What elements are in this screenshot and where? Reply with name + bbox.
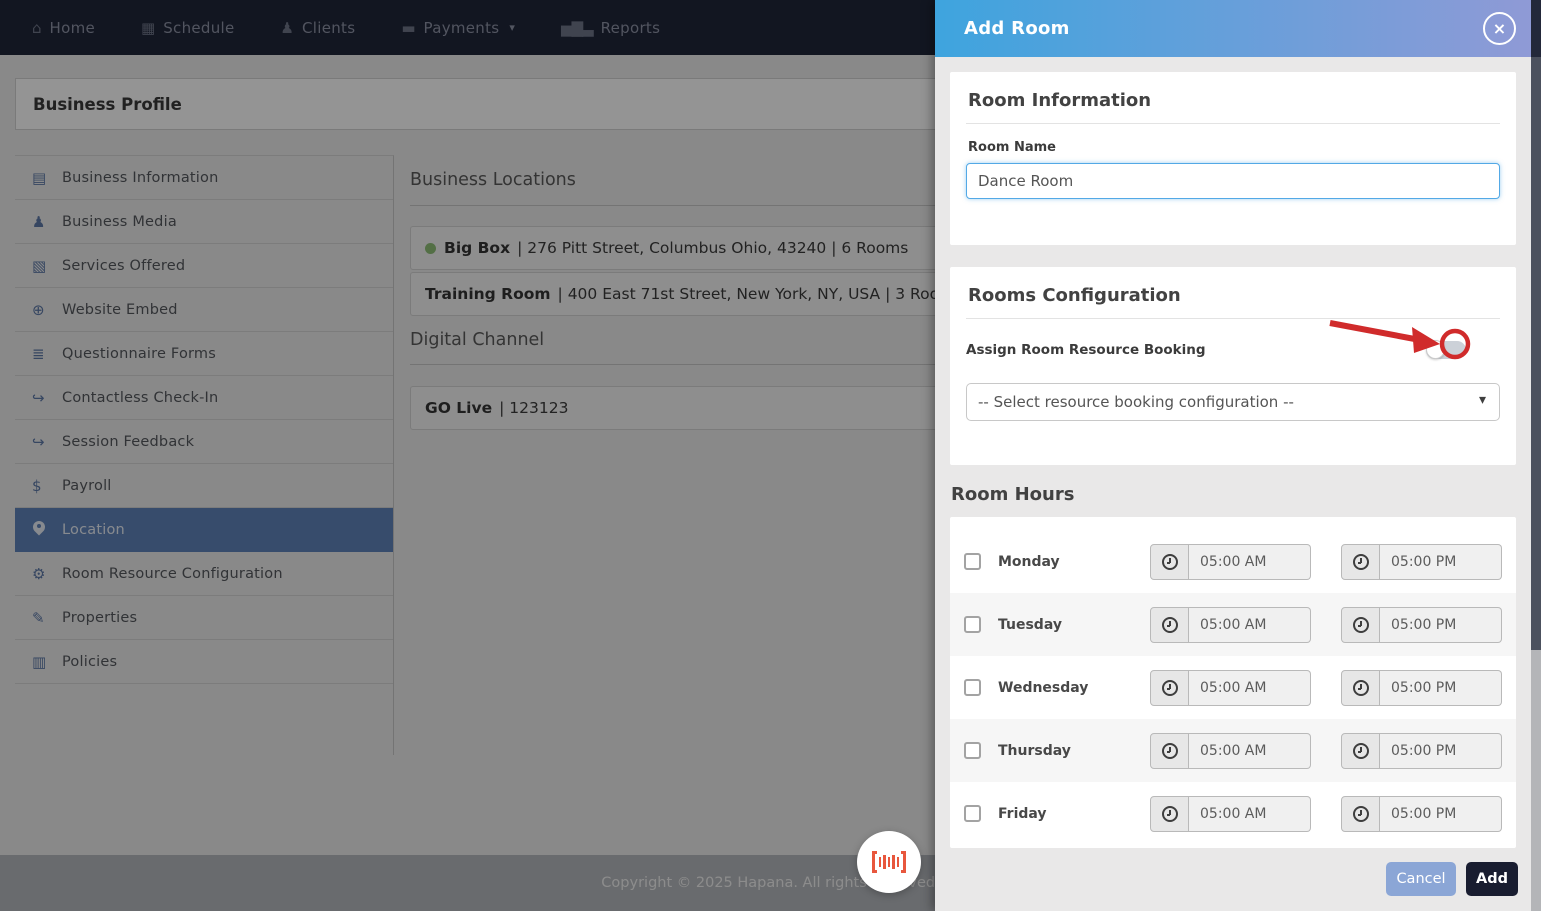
- scrollbar-thumb[interactable]: [1531, 57, 1541, 650]
- thursday-checkbox[interactable]: [964, 742, 981, 759]
- day-row-friday: Friday 05:00 AM 05:00 PM: [950, 782, 1516, 845]
- monday-start-time[interactable]: 05:00 AM: [1189, 544, 1311, 580]
- scrollbar-track: [1531, 0, 1541, 57]
- clock-icon[interactable]: [1341, 670, 1380, 706]
- barcode-icon: [872, 851, 907, 873]
- tuesday-checkbox[interactable]: [964, 616, 981, 633]
- scrollbar[interactable]: [1531, 0, 1541, 911]
- thursday-start-time[interactable]: 05:00 AM: [1189, 733, 1311, 769]
- wednesday-checkbox[interactable]: [964, 679, 981, 696]
- day-row-tuesday: Tuesday 05:00 AM 05:00 PM: [950, 593, 1516, 656]
- divider: [966, 318, 1500, 319]
- rooms-configuration-card: Rooms Configuration Assign Room Resource…: [950, 267, 1516, 465]
- clock-icon[interactable]: [1341, 544, 1380, 580]
- room-hours-title: Room Hours: [951, 484, 1074, 505]
- clock-icon[interactable]: [1150, 607, 1189, 643]
- add-button[interactable]: Add: [1466, 862, 1518, 896]
- clock-icon[interactable]: [1150, 733, 1189, 769]
- room-information-card: Room Information Room Name: [950, 72, 1516, 245]
- select-value: -- Select resource booking configuration…: [978, 393, 1294, 411]
- day-label: Tuesday: [998, 617, 1128, 633]
- rooms-configuration-title: Rooms Configuration: [968, 285, 1500, 306]
- modal-header: Add Room ×: [935, 0, 1531, 57]
- room-information-title: Room Information: [968, 90, 1500, 111]
- toggle-knob: [1426, 340, 1445, 359]
- room-name-label: Room Name: [968, 140, 1500, 155]
- monday-end-time[interactable]: 05:00 PM: [1380, 544, 1502, 580]
- clock-icon[interactable]: [1341, 607, 1380, 643]
- clock-icon[interactable]: [1150, 544, 1189, 580]
- friday-start-time[interactable]: 05:00 AM: [1189, 796, 1311, 832]
- day-row-wednesday: Wednesday 05:00 AM 05:00 PM: [950, 656, 1516, 719]
- cancel-button[interactable]: Cancel: [1386, 862, 1456, 896]
- monday-checkbox[interactable]: [964, 553, 981, 570]
- day-label: Thursday: [998, 743, 1128, 759]
- clock-icon[interactable]: [1341, 733, 1380, 769]
- clock-icon[interactable]: [1150, 670, 1189, 706]
- friday-checkbox[interactable]: [964, 805, 981, 822]
- chat-widget-button[interactable]: [857, 831, 921, 893]
- day-row-thursday: Thursday 05:00 AM 05:00 PM: [950, 719, 1516, 782]
- friday-end-time[interactable]: 05:00 PM: [1380, 796, 1502, 832]
- day-label: Wednesday: [998, 680, 1128, 696]
- add-room-modal: Add Room × Room Information Room Name Ro…: [935, 0, 1531, 911]
- day-row-monday: Monday 05:00 AM 05:00 PM: [950, 530, 1516, 593]
- tuesday-end-time[interactable]: 05:00 PM: [1380, 607, 1502, 643]
- room-name-input[interactable]: [966, 163, 1500, 199]
- modal-title: Add Room: [964, 18, 1070, 39]
- divider: [966, 123, 1500, 124]
- wednesday-end-time[interactable]: 05:00 PM: [1380, 670, 1502, 706]
- close-icon[interactable]: ×: [1483, 12, 1516, 45]
- day-label: Monday: [998, 554, 1128, 570]
- clock-icon[interactable]: [1150, 796, 1189, 832]
- clock-icon[interactable]: [1341, 796, 1380, 832]
- assign-room-resource-booking-toggle[interactable]: [1426, 341, 1466, 359]
- wednesday-start-time[interactable]: 05:00 AM: [1189, 670, 1311, 706]
- day-label: Friday: [998, 806, 1128, 822]
- tuesday-start-time[interactable]: 05:00 AM: [1189, 607, 1311, 643]
- resource-booking-select[interactable]: -- Select resource booking configuration…: [966, 383, 1500, 421]
- assign-room-resource-booking-label: Assign Room Resource Booking: [966, 342, 1206, 358]
- chevron-down-icon: ▾: [1479, 392, 1486, 408]
- room-hours-card: Monday 05:00 AM 05:00 PM Tuesday 05:00 A…: [950, 517, 1516, 848]
- app-window: ⌂ Home ▦ Schedule ♟ Clients ▬ Payments ▾…: [0, 0, 1541, 911]
- thursday-end-time[interactable]: 05:00 PM: [1380, 733, 1502, 769]
